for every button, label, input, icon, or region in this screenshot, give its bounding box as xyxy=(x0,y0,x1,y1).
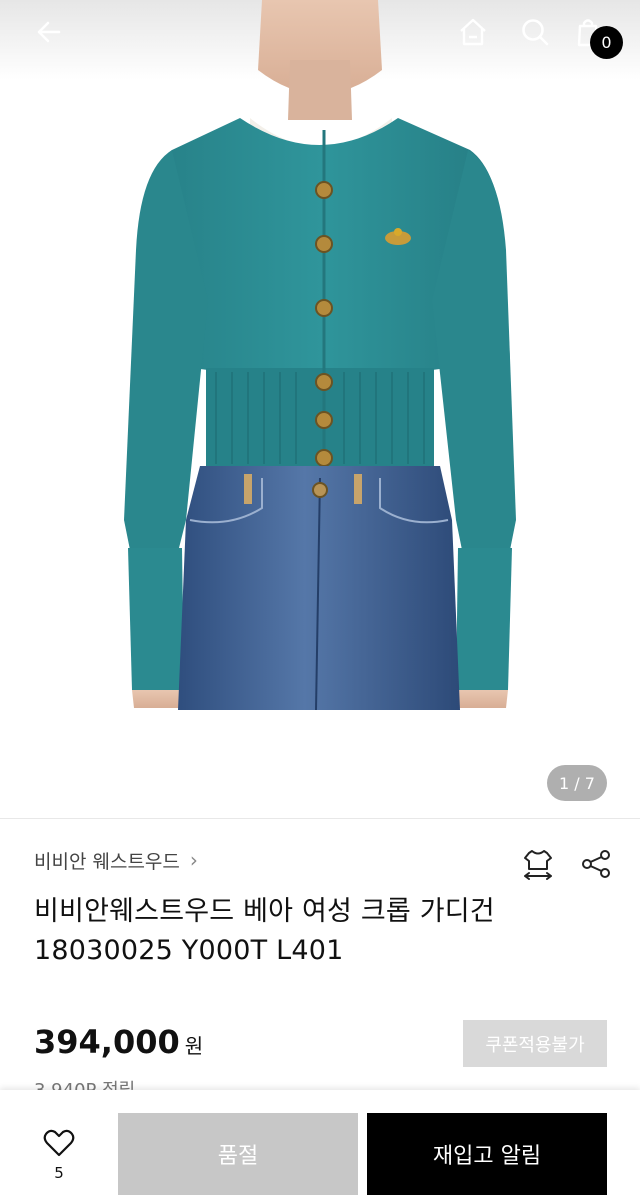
size-guide-icon xyxy=(524,850,552,880)
search-button[interactable] xyxy=(513,10,557,54)
image-pager: 1 / 7 xyxy=(547,765,607,801)
share-button[interactable] xyxy=(576,844,616,884)
back-button[interactable] xyxy=(27,10,71,54)
product-tools xyxy=(518,844,616,884)
soldout-button[interactable]: 품절 xyxy=(118,1113,358,1195)
price-currency: 원 xyxy=(184,1034,204,1058)
back-arrow-icon xyxy=(37,21,61,43)
coupon-button[interactable]: 쿠폰적용불가 xyxy=(463,1020,607,1067)
product-image-gallery[interactable]: 1 / 7 xyxy=(0,0,640,818)
chevron-right-icon: › xyxy=(189,848,198,872)
home-button[interactable] xyxy=(451,10,495,54)
product-title-line1: 비비안웨스트우드 베아 여성 크롭 가디건 xyxy=(34,896,495,927)
home-icon xyxy=(460,18,486,46)
product-title-line2: 18030025 Y000T L401 xyxy=(34,935,344,966)
product-photo xyxy=(0,0,640,711)
price: 394,000 원 xyxy=(34,1023,203,1061)
like-count: 5 xyxy=(54,1164,64,1182)
section-divider xyxy=(0,818,640,819)
like-button[interactable]: 5 xyxy=(30,1128,88,1188)
brand-link[interactable]: 비비안 웨스트우드 › xyxy=(34,846,198,874)
share-icon xyxy=(582,850,610,878)
price-value: 394,000 xyxy=(34,1023,180,1061)
cart-count-badge: 0 xyxy=(590,26,623,59)
restock-alert-button[interactable]: 재입고 알림 xyxy=(367,1113,607,1195)
top-header: 0 xyxy=(0,0,640,64)
search-icon xyxy=(522,19,549,46)
brand-name: 비비안 웨스트우드 xyxy=(34,850,180,873)
size-guide-button[interactable] xyxy=(518,844,558,884)
product-title: 비비안웨스트우드 베아 여성 크롭 가디건 18030025 Y000T L40… xyxy=(34,892,594,970)
heart-icon xyxy=(43,1129,75,1157)
